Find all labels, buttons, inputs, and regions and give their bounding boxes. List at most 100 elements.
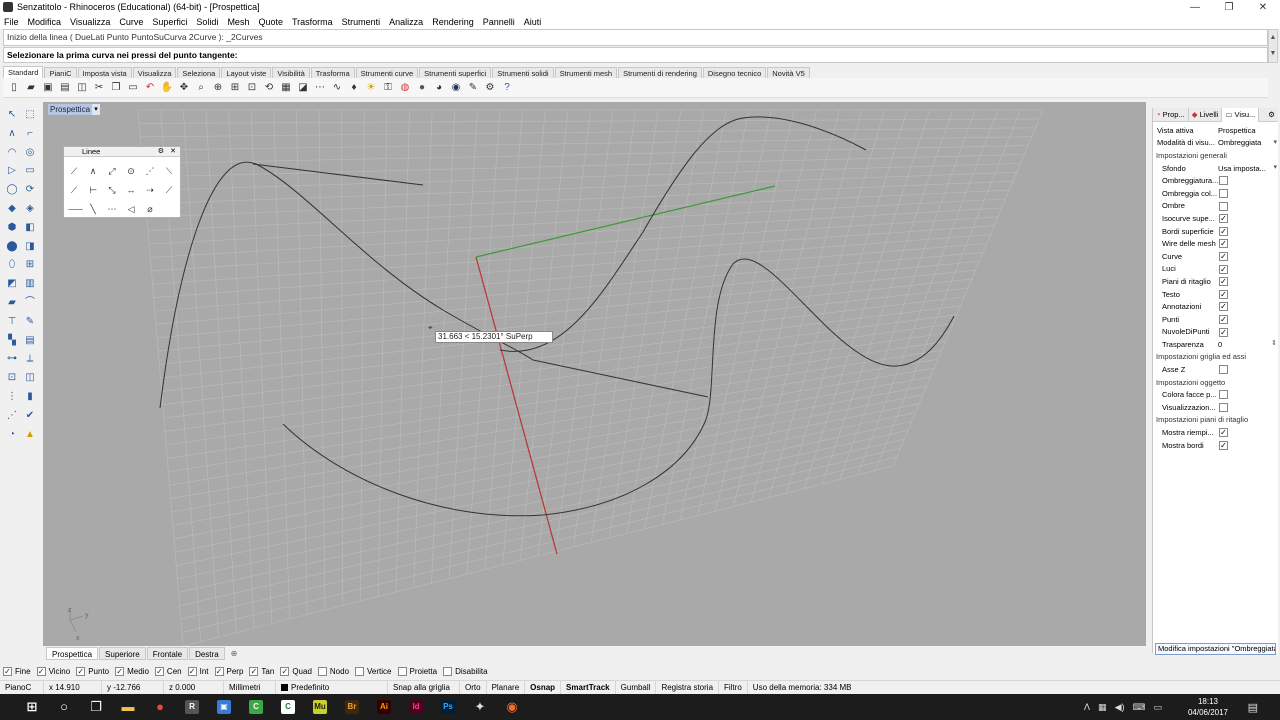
zoom-extents-icon[interactable]: ⊞ bbox=[228, 81, 242, 95]
notifications-icon[interactable]: ▤ bbox=[1248, 701, 1258, 714]
setting-row[interactable]: Visualizzazion... bbox=[1153, 401, 1279, 414]
line-bisector-icon[interactable]: ⤡ bbox=[106, 184, 118, 196]
line-through-points-icon[interactable]: ⋰ bbox=[144, 165, 156, 177]
menu-aiuti[interactable]: Aiuti bbox=[524, 17, 542, 27]
offset-icon[interactable]: ⌒ bbox=[23, 296, 37, 310]
osnap-cen[interactable]: ✓ Cen bbox=[154, 667, 182, 676]
start-icon[interactable]: ⊞ bbox=[16, 694, 48, 720]
status-smarttrack[interactable]: SmartTrack bbox=[561, 680, 616, 695]
origin-icon[interactable]: ◉ bbox=[496, 694, 528, 720]
setting-row[interactable]: Punti ✓ bbox=[1153, 313, 1279, 326]
pan-icon[interactable]: ✋ bbox=[160, 81, 174, 95]
move-view-icon[interactable]: ✥ bbox=[177, 81, 191, 95]
setting-checkbox[interactable] bbox=[1219, 365, 1228, 375]
osnap-checkbox[interactable]: ✓ bbox=[154, 667, 164, 676]
circle-icon[interactable]: ◠ bbox=[5, 146, 19, 160]
solid-icon[interactable]: ◈ bbox=[23, 202, 37, 216]
spinner-icon[interactable]: ⇕ bbox=[1271, 339, 1277, 347]
setting-checkbox[interactable]: ✓ bbox=[1219, 214, 1228, 224]
hatch-icon[interactable]: ▤ bbox=[23, 334, 37, 348]
toolbar-tab-trasforma[interactable]: Trasforma bbox=[310, 67, 355, 78]
osnap-disabilita[interactable]: Disabilita bbox=[443, 667, 488, 676]
rhino-icon[interactable]: R bbox=[176, 694, 208, 720]
osnap-checkbox[interactable]: ✓ bbox=[249, 667, 259, 676]
setting-checkbox[interactable]: ✓ bbox=[1219, 327, 1228, 337]
menu-solidi[interactable]: Solidi bbox=[196, 17, 218, 27]
save-icon[interactable]: ▣ bbox=[41, 81, 55, 95]
toolbar-tab-visibilit-[interactable]: Visibilità bbox=[272, 67, 310, 78]
setting-value[interactable]: 0 bbox=[1218, 340, 1268, 349]
osnap-checkbox[interactable]: ✓ bbox=[115, 667, 125, 676]
status-planar[interactable]: Planare bbox=[487, 680, 526, 695]
osnap-tan[interactable]: ✓ Tan bbox=[249, 667, 274, 676]
arc-icon[interactable]: ◎ bbox=[23, 146, 37, 160]
modify-shaded-settings-button[interactable]: Modifica impostazioni "Ombreggiata"... bbox=[1155, 643, 1276, 655]
setting-row[interactable]: Colora facce p... bbox=[1153, 388, 1279, 401]
cplane-icon[interactable]: ◪ bbox=[296, 81, 310, 95]
panel-settings-icon[interactable]: ⚙ bbox=[1268, 110, 1278, 119]
viewport-canvas[interactable]: y x z ⌖ bbox=[43, 102, 1146, 646]
box-icon[interactable]: ◆ bbox=[5, 202, 19, 216]
help-icon[interactable]: ? bbox=[500, 81, 514, 95]
analyze-icon[interactable]: ⋮ bbox=[5, 390, 19, 404]
setting-checkbox[interactable]: ✓ bbox=[1219, 264, 1228, 274]
command-prompt[interactable]: Selezionare la prima curva nei pressi de… bbox=[3, 47, 1268, 63]
options-icon[interactable]: ✎ bbox=[466, 81, 480, 95]
tab-superiore[interactable]: Superiore bbox=[99, 647, 146, 660]
line-angle-icon[interactable]: ◁ bbox=[125, 203, 137, 215]
setting-row[interactable]: Isocurve supe... ✓ bbox=[1153, 212, 1279, 225]
setting-checkbox[interactable]: ✓ bbox=[1219, 277, 1228, 287]
toolbar-tab-visualizza[interactable]: Visualizza bbox=[132, 67, 177, 78]
lock2-icon[interactable]: ⚿ bbox=[381, 81, 395, 95]
block-icon[interactable]: ▚ bbox=[5, 334, 19, 348]
bridge-icon[interactable]: Br bbox=[336, 694, 368, 720]
menu-trasforma[interactable]: Trasforma bbox=[292, 17, 333, 27]
line-tangent-two-curves-icon[interactable]: ⌀ bbox=[144, 203, 156, 215]
setting-checkbox[interactable]: ✓ bbox=[1219, 251, 1228, 261]
line-normal-icon[interactable]: ⟋ bbox=[163, 184, 175, 196]
zoom-icon[interactable]: ⌕ bbox=[194, 81, 208, 95]
osnap-checkbox[interactable] bbox=[443, 667, 453, 676]
add-viewport-tab-icon[interactable]: ⊕ bbox=[226, 647, 243, 660]
fillet-icon[interactable]: ◩ bbox=[5, 277, 19, 291]
toolbar-tab-strumenti-solidi[interactable]: Strumenti solidi bbox=[492, 67, 554, 78]
setting-row[interactable]: Piani di ritaglio ✓ bbox=[1153, 275, 1279, 288]
toolbar-tab-strumenti-curve[interactable]: Strumenti curve bbox=[355, 67, 419, 78]
status-units[interactable]: Millimetri bbox=[224, 680, 276, 695]
setting-row[interactable]: Asse Z bbox=[1153, 363, 1279, 376]
render-tool-icon[interactable]: ◔ bbox=[5, 428, 19, 442]
toolbar-tab-strumenti-superfici[interactable]: Strumenti superfici bbox=[419, 67, 492, 78]
setting-checkbox[interactable] bbox=[1219, 188, 1228, 198]
people-icon[interactable]: ᐱ bbox=[1084, 702, 1090, 713]
shell-icon[interactable]: ▰ bbox=[5, 296, 19, 310]
menu-superfici[interactable]: Superfici bbox=[152, 17, 187, 27]
line-from-curve-icon[interactable]: ╲ bbox=[87, 203, 99, 215]
menu-analizza[interactable]: Analizza bbox=[389, 17, 423, 27]
osnap-checkbox[interactable] bbox=[397, 667, 407, 676]
extrude-icon[interactable]: ⬢ bbox=[5, 221, 19, 235]
volume-icon[interactable]: ◀) bbox=[1115, 702, 1125, 713]
line-tangent-circle-icon[interactable]: ⊙ bbox=[125, 165, 137, 177]
photoshop-icon[interactable]: Ps bbox=[432, 694, 464, 720]
setting-row[interactable]: Luci ✓ bbox=[1153, 263, 1279, 276]
osnap-proietta[interactable]: Proietta bbox=[397, 667, 437, 676]
camtasia-icon[interactable]: C bbox=[240, 694, 272, 720]
line-from-midpoint-icon[interactable]: ⤢ bbox=[106, 165, 118, 177]
zoom-window-icon[interactable]: ⊕ bbox=[211, 81, 225, 95]
line-vertical-icon[interactable]: ⊢ bbox=[87, 184, 99, 196]
viewport-prospettica[interactable]: y x z ⌖ bbox=[43, 102, 1146, 646]
explorer-icon[interactable]: ▬ bbox=[112, 694, 144, 720]
setting-row[interactable]: Bordi superficie ✓ bbox=[1153, 225, 1279, 238]
toolbar-tab-layout-viste[interactable]: Layout viste bbox=[221, 67, 272, 78]
lock-icon[interactable]: ♦ bbox=[347, 81, 361, 95]
copy-icon[interactable]: ❐ bbox=[109, 81, 123, 95]
edge-icon[interactable]: ▥ bbox=[23, 277, 37, 291]
status-cplane[interactable]: PianoC bbox=[0, 680, 44, 695]
toolbar-tab-novit-v5[interactable]: Novità V5 bbox=[767, 67, 810, 78]
osnap-checkbox[interactable]: ✓ bbox=[3, 667, 12, 676]
setting-checkbox[interactable] bbox=[1219, 201, 1228, 211]
osnap-int[interactable]: ✓ Int bbox=[187, 667, 209, 676]
toolbar-tab-disegno-tecnico[interactable]: Disegno tecnico bbox=[702, 67, 767, 78]
tab-layers[interactable]: ◆ Livelli bbox=[1189, 107, 1223, 122]
osnap-checkbox[interactable]: ✓ bbox=[214, 667, 224, 676]
